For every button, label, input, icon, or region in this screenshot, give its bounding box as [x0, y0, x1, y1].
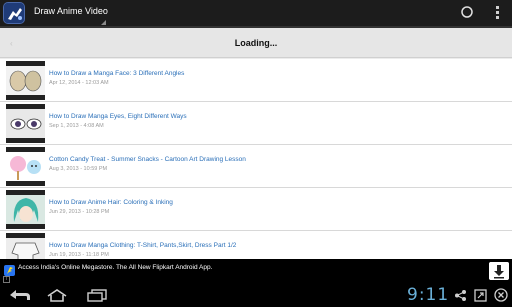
loading-header: ‹ Loading... — [0, 28, 512, 58]
loading-text: Loading... — [234, 38, 278, 48]
video-row[interactable]: How to Draw a Manga Face: 3 Different An… — [0, 59, 512, 102]
recent-apps-icon[interactable] — [86, 288, 108, 302]
video-date: Sep 1, 2013 - 4:08 AM — [49, 123, 104, 129]
video-title[interactable]: How to Draw Anime Hair: Coloring & Inkin… — [49, 199, 173, 206]
system-nav-bar: 9:11 — [0, 285, 512, 307]
clock: 9:11 — [407, 285, 450, 305]
app-logo-icon[interactable] — [3, 2, 25, 24]
overflow-menu-icon[interactable] — [493, 4, 501, 22]
video-date: Apr 12, 2014 - 12:03 AM — [49, 80, 109, 86]
share-icon[interactable] — [454, 289, 467, 302]
video-thumbnail[interactable] — [6, 147, 45, 186]
video-row[interactable]: How to Draw Manga Eyes, Eight Different … — [0, 102, 512, 145]
screen-compat-icon[interactable] — [474, 289, 487, 302]
video-thumbnail[interactable] — [6, 190, 45, 229]
video-date: Aug 3, 2013 - 10:59 PM — [49, 166, 108, 172]
app-title: Draw Anime Video — [34, 6, 108, 16]
video-list: How to Draw a Manga Face: 3 Different An… — [0, 59, 512, 259]
download-icon[interactable] — [489, 262, 509, 280]
title-caret-icon — [101, 20, 106, 25]
loading-circle-icon — [461, 6, 473, 18]
video-row[interactable]: How to Draw Manga Clothing: T-Shirt, Pan… — [0, 231, 512, 259]
action-bar: Draw Anime Video — [0, 0, 512, 26]
video-title[interactable]: How to Draw a Manga Face: 3 Different An… — [49, 70, 184, 77]
home-icon[interactable] — [46, 288, 68, 302]
video-date: Jun 19, 2013 - 11:18 PM — [49, 252, 109, 258]
video-title[interactable]: Cotton Candy Treat - Summer Snacks - Car… — [49, 156, 246, 163]
close-icon[interactable] — [494, 288, 508, 302]
flipkart-icon — [4, 265, 15, 276]
back-icon[interactable] — [8, 288, 32, 302]
video-title[interactable]: How to Draw Manga Clothing: T-Shirt, Pan… — [49, 242, 236, 249]
content-area: ‹ Loading... How to Draw a Manga Face: 3… — [0, 28, 512, 259]
video-title[interactable]: How to Draw Manga Eyes, Eight Different … — [49, 113, 187, 120]
ad-banner[interactable]: Access India's Online Megastore. The All… — [0, 259, 512, 285]
video-row[interactable]: Cotton Candy Treat - Summer Snacks - Car… — [0, 145, 512, 188]
video-thumbnail[interactable] — [6, 233, 45, 259]
ad-info-icon[interactable]: i — [3, 276, 10, 283]
video-thumbnail[interactable] — [6, 104, 45, 143]
video-thumbnail[interactable] — [6, 61, 45, 100]
video-row[interactable]: How to Draw Anime Hair: Coloring & Inkin… — [0, 188, 512, 231]
video-date: Jun 29, 2013 - 10:28 PM — [49, 209, 110, 215]
ad-text[interactable]: Access India's Online Megastore. The All… — [18, 264, 212, 271]
